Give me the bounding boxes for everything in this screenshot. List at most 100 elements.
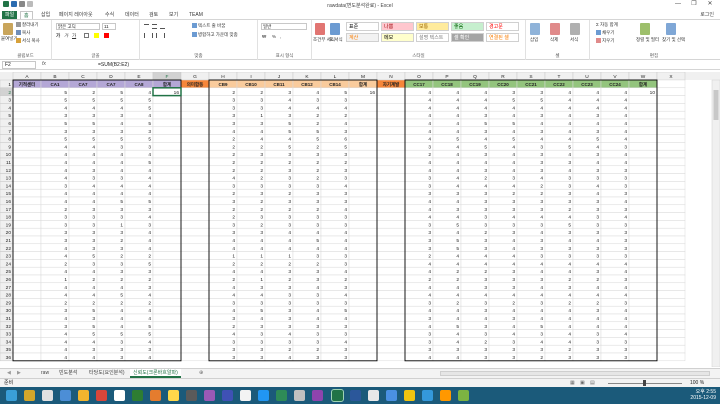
cell[interactable] [12,305,42,315]
zoom-slider-thumb[interactable] [643,380,646,386]
page-break-view-icon[interactable]: ▤ [590,379,595,387]
cell[interactable] [180,110,210,120]
cell-style-4[interactable]: 경고문 [486,22,519,31]
cell[interactable] [348,134,378,143]
cell[interactable] [656,103,686,112]
align-bottom-icon[interactable] [160,24,165,29]
row-header[interactable] [0,126,14,135]
cell[interactable] [628,220,658,229]
vertical-scrollbar-thumb[interactable] [713,90,719,120]
cell[interactable] [376,251,406,260]
cell[interactable] [180,181,210,190]
cell[interactable] [348,313,378,323]
cell[interactable] [628,329,658,338]
cell[interactable] [376,134,406,143]
cell-style-1[interactable]: 나쁨 [381,22,414,31]
app-white-icon[interactable] [114,390,125,401]
cell[interactable] [628,274,658,284]
cell[interactable] [180,337,210,346]
align-middle-icon[interactable] [152,24,157,29]
app-red-icon[interactable] [96,390,107,401]
app-purple-icon[interactable] [204,390,215,401]
cell[interactable] [656,165,686,174]
cell[interactable] [152,337,182,346]
word-icon[interactable] [258,390,269,401]
cell[interactable] [12,188,42,198]
cell[interactable] [628,126,658,135]
cell[interactable] [376,220,406,229]
cell[interactable] [152,235,182,245]
cell[interactable] [180,290,210,299]
cell[interactable] [180,305,210,315]
cell[interactable] [376,266,406,276]
row-header[interactable] [0,134,14,143]
cell[interactable] [348,142,378,151]
fx-icon[interactable]: fx [42,61,46,67]
cell-style-0[interactable]: 표준 [346,22,379,31]
fill-button[interactable]: 채우기 [596,30,614,36]
cell[interactable] [348,352,378,362]
cell[interactable] [376,142,406,151]
cell[interactable] [656,196,686,206]
tab-page-layout[interactable]: 페이지 레이아웃 [56,11,96,19]
app-light-icon[interactable] [240,390,251,401]
cell[interactable] [656,251,686,260]
cell[interactable] [180,204,210,213]
cell[interactable] [628,149,658,159]
cell[interactable] [180,220,210,229]
tab-view[interactable]: 보기 [166,11,181,19]
row-header[interactable] [0,103,14,112]
cell[interactable] [348,188,378,198]
cell[interactable] [376,149,406,159]
cell[interactable] [348,235,378,245]
grid-canvas[interactable]: A B C D E F G H I J K L M N O P Q R S T U V W X1 기적센터 CA1 CA7 CA7 CA… [0,72,720,367]
cell[interactable] [656,87,686,96]
cell[interactable] [376,344,406,354]
cell[interactable] [12,243,42,252]
cell[interactable] [180,196,210,206]
align-left-icon[interactable] [144,33,149,38]
cell[interactable] [152,103,182,112]
cell[interactable] [152,298,182,307]
cell[interactable] [180,313,210,323]
cell[interactable] [12,290,42,299]
cell[interactable] [348,204,378,213]
cell[interactable] [656,352,686,362]
cell[interactable] [348,220,378,229]
cell[interactable] [376,235,406,245]
cell[interactable] [348,282,378,291]
app-orange-icon[interactable] [150,390,161,401]
cell[interactable] [376,110,406,120]
tab-data[interactable]: 데이터 [122,11,142,19]
cell[interactable] [628,173,658,182]
number-format-select[interactable]: 일반 [261,23,307,30]
ie-icon[interactable] [60,390,71,401]
cell[interactable] [12,142,42,151]
cell[interactable] [376,227,406,237]
cell[interactable] [12,352,42,362]
cell[interactable] [628,188,658,198]
cell[interactable] [348,290,378,299]
cell[interactable] [152,321,182,330]
insert-cells-button[interactable]: 삽입 [530,37,538,43]
app-cloud-icon[interactable] [386,390,397,401]
cell[interactable] [376,329,406,338]
sort-filter-button[interactable]: 정렬 및 필터 [636,37,659,43]
cell[interactable] [376,196,406,206]
cell[interactable] [376,165,406,174]
onenote-icon[interactable] [312,390,323,401]
cell[interactable] [152,165,182,174]
tab-home[interactable]: 홈 [20,11,33,19]
tab-formulas[interactable]: 수식 [102,11,117,19]
cell[interactable] [12,321,42,330]
cell[interactable] [180,173,210,182]
cell[interactable] [12,126,42,135]
cell[interactable] [628,181,658,190]
cell[interactable] [180,344,210,354]
font-size-select[interactable]: 11 [102,23,116,30]
cell[interactable] [348,212,378,221]
kakaotalk-icon[interactable] [78,390,89,401]
add-sheet-icon[interactable]: ⊕ [196,369,206,378]
cell[interactable] [12,227,42,237]
find-select-button[interactable]: 찾기 및 선택 [662,37,685,43]
